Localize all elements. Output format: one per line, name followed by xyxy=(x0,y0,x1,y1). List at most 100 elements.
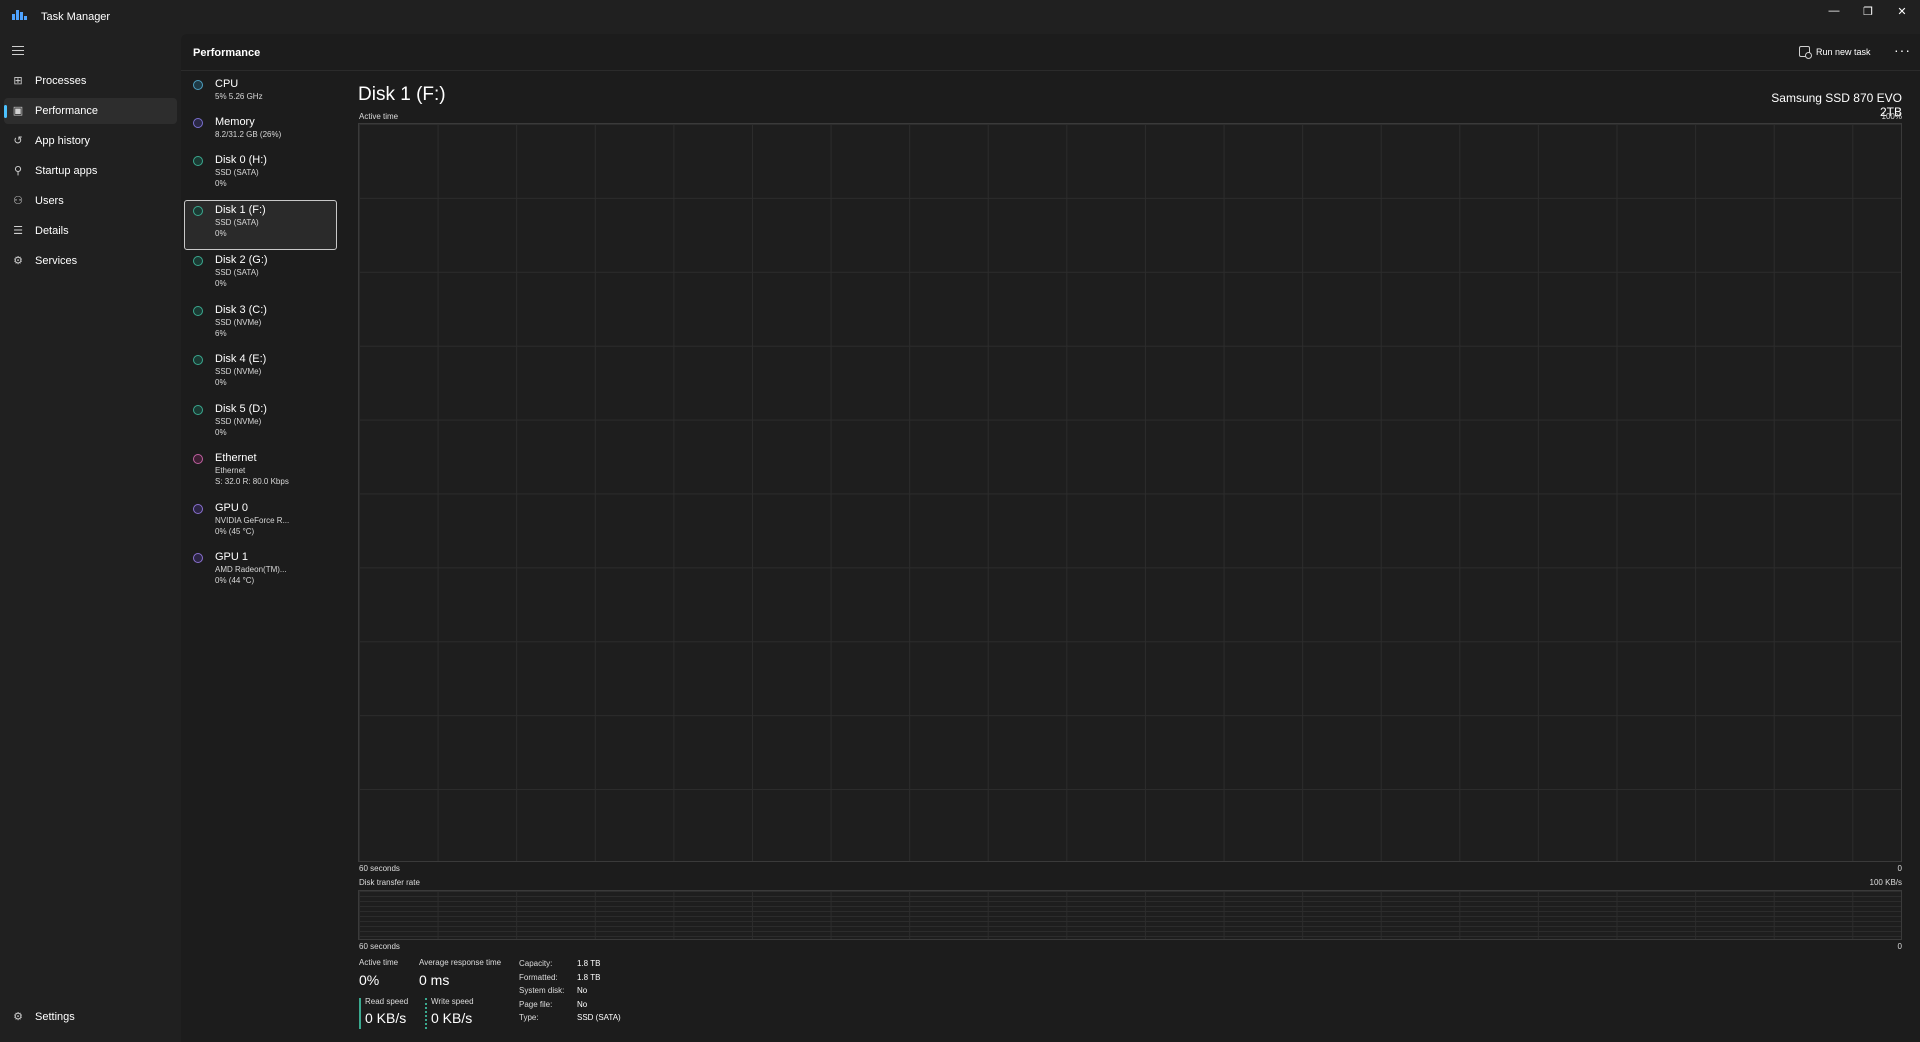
device-item-gpu-0[interactable]: GPU 0 NVIDIA GeForce R... 0% (45 °C) xyxy=(184,498,337,548)
device-usage: 6% xyxy=(215,329,227,338)
sidebar-item-details[interactable]: ☰ Details xyxy=(4,218,177,244)
graph-time-span-label: 60 seconds xyxy=(359,942,400,951)
sidebar-item-label: Processes xyxy=(35,75,87,87)
processes-icon: ⊞ xyxy=(13,75,23,87)
sidebar-item-label: Startup apps xyxy=(35,165,98,177)
device-name: GPU 1 xyxy=(215,551,249,563)
device-name: Disk 1 (F:) xyxy=(215,204,266,216)
gpu-graph-icon xyxy=(193,553,203,563)
page-file-key: Page file: xyxy=(519,1000,553,1009)
sidebar-item-processes[interactable]: ⊞ Processes xyxy=(4,68,177,94)
capacity-key: Capacity: xyxy=(519,959,553,968)
read-speed-label: Read speed xyxy=(365,997,409,1006)
formatted-value: 1.8 TB xyxy=(577,973,601,982)
sidebar-item-label: Users xyxy=(35,195,64,207)
sidebar-item-users[interactable]: ⚇ Users xyxy=(4,188,177,214)
disk-graph-icon xyxy=(193,156,203,166)
active-time-label: Active time xyxy=(359,958,399,967)
maximize-button[interactable]: ❐ xyxy=(1851,0,1885,22)
hamburger-menu-icon[interactable] xyxy=(12,46,24,56)
device-name: Disk 5 (D:) xyxy=(215,403,267,415)
write-speed-label: Write speed xyxy=(431,997,474,1006)
memory-graph-icon xyxy=(193,118,203,128)
read-speed-marker xyxy=(359,998,361,1029)
page-file-value: No xyxy=(577,1000,588,1009)
device-item-disk-3[interactable]: Disk 3 (C:) SSD (NVMe) 6% xyxy=(184,300,337,350)
device-usage: 0% (45 °C) xyxy=(215,527,255,536)
device-usage: 0% xyxy=(215,179,227,188)
more-options-button[interactable]: ··· xyxy=(1894,42,1911,58)
device-name: Disk 0 (H:) xyxy=(215,154,267,166)
device-detail: SSD (NVMe) xyxy=(215,367,262,376)
close-button[interactable]: ✕ xyxy=(1885,0,1919,22)
device-item-disk-4[interactable]: Disk 4 (E:) SSD (NVMe) 0% xyxy=(184,349,337,399)
device-name: Ethernet xyxy=(215,452,257,464)
device-name: Disk 4 (E:) xyxy=(215,353,267,365)
device-usage: 0% xyxy=(215,229,227,238)
sidebar-item-label: Services xyxy=(35,255,78,267)
device-name: GPU 0 xyxy=(215,502,249,514)
device-detail: NVIDIA GeForce R... xyxy=(215,516,290,525)
performance-icon: ▣ xyxy=(12,105,24,117)
detail-title: Disk 1 (F:) xyxy=(358,84,446,105)
services-icon: ⚙ xyxy=(13,255,23,267)
write-speed-marker xyxy=(425,998,427,1029)
device-detail: SSD (SATA) xyxy=(215,168,259,177)
graph-min-label: 0 xyxy=(1897,864,1902,873)
device-usage: 0% xyxy=(215,428,227,437)
history-icon: ↺ xyxy=(13,135,23,147)
device-item-disk-1[interactable]: Disk 1 (F:) SSD (SATA) 0% xyxy=(184,200,337,250)
sidebar-item-app-history[interactable]: ↺ App history xyxy=(4,128,177,154)
device-name: Disk 2 (G:) xyxy=(215,254,268,266)
title-bar: Task Manager — ❐ ✕ xyxy=(0,0,1920,34)
task-manager-icon xyxy=(12,8,27,20)
main-header: Performance Run new task ··· xyxy=(181,34,1920,71)
graph-min-label: 0 xyxy=(1897,942,1902,951)
formatted-key: Formatted: xyxy=(519,973,558,982)
active-time-graph-label: Active time xyxy=(359,112,399,121)
users-icon: ⚇ xyxy=(13,195,23,207)
device-item-gpu-1[interactable]: GPU 1 AMD Radeon(TM)... 0% (44 °C) xyxy=(184,547,337,597)
active-time-max-label: 100% xyxy=(1881,112,1902,121)
device-usage: 0% xyxy=(215,279,227,288)
active-indicator xyxy=(4,105,7,118)
sidebar-item-startup-apps[interactable]: ⚲ Startup apps xyxy=(4,158,177,184)
device-item-disk-0[interactable]: Disk 0 (H:) SSD (SATA) 0% xyxy=(184,150,337,200)
minimize-button[interactable]: — xyxy=(1817,0,1851,22)
sidebar-item-performance[interactable]: ▣ Performance xyxy=(4,98,177,124)
device-name: Disk 3 (C:) xyxy=(215,304,267,316)
run-new-task-button[interactable]: Run new task xyxy=(1799,46,1871,59)
run-task-icon xyxy=(1799,46,1812,59)
avg-response-value: 0 ms xyxy=(419,972,450,988)
details-icon: ☰ xyxy=(13,225,23,237)
active-time-value: 0% xyxy=(359,972,380,988)
device-detail: SSD (SATA) xyxy=(215,268,259,277)
device-detail: SSD (SATA) xyxy=(215,218,259,227)
sidebar: ⊞ Processes ▣ Performance ↺ App history … xyxy=(0,34,181,1042)
avg-response-label: Average response time xyxy=(419,958,502,967)
transfer-rate-max-label: 100 KB/s xyxy=(1869,878,1902,887)
sidebar-item-label: Settings xyxy=(35,1011,75,1023)
device-detail: SSD (NVMe) xyxy=(215,318,262,327)
device-usage: 0% (44 °C) xyxy=(215,576,255,585)
run-new-task-label: Run new task xyxy=(1816,46,1871,57)
sidebar-item-label: Details xyxy=(35,225,69,237)
device-item-disk-2[interactable]: Disk 2 (G:) SSD (SATA) 0% xyxy=(184,250,337,300)
write-speed-value: 0 KB/s xyxy=(431,1010,473,1026)
system-disk-value: No xyxy=(577,986,588,995)
device-item-ethernet[interactable]: Ethernet Ethernet S: 32.0 R: 80.0 Kbps xyxy=(184,448,337,498)
device-name: CPU xyxy=(215,78,239,90)
startup-icon: ⚲ xyxy=(13,165,23,177)
device-usage: 0% xyxy=(215,378,227,387)
device-detail: SSD (NVMe) xyxy=(215,417,262,426)
sidebar-item-services[interactable]: ⚙ Services xyxy=(4,248,177,274)
sidebar-item-settings[interactable]: ⚙ Settings xyxy=(4,1004,177,1030)
device-detail: 8.2/31.2 GB (26%) xyxy=(215,130,282,139)
type-key: Type: xyxy=(519,1013,539,1022)
device-usage: S: 32.0 R: 80.0 Kbps xyxy=(215,477,289,486)
transfer-rate-graph xyxy=(358,890,1902,940)
system-disk-key: System disk: xyxy=(519,986,565,995)
device-item-disk-5[interactable]: Disk 5 (D:) SSD (NVMe) 0% xyxy=(184,399,337,449)
main-panel: Performance Run new task ··· CPU 5% 5.26… xyxy=(181,34,1920,1042)
transfer-rate-graph-label: Disk transfer rate xyxy=(359,878,420,887)
